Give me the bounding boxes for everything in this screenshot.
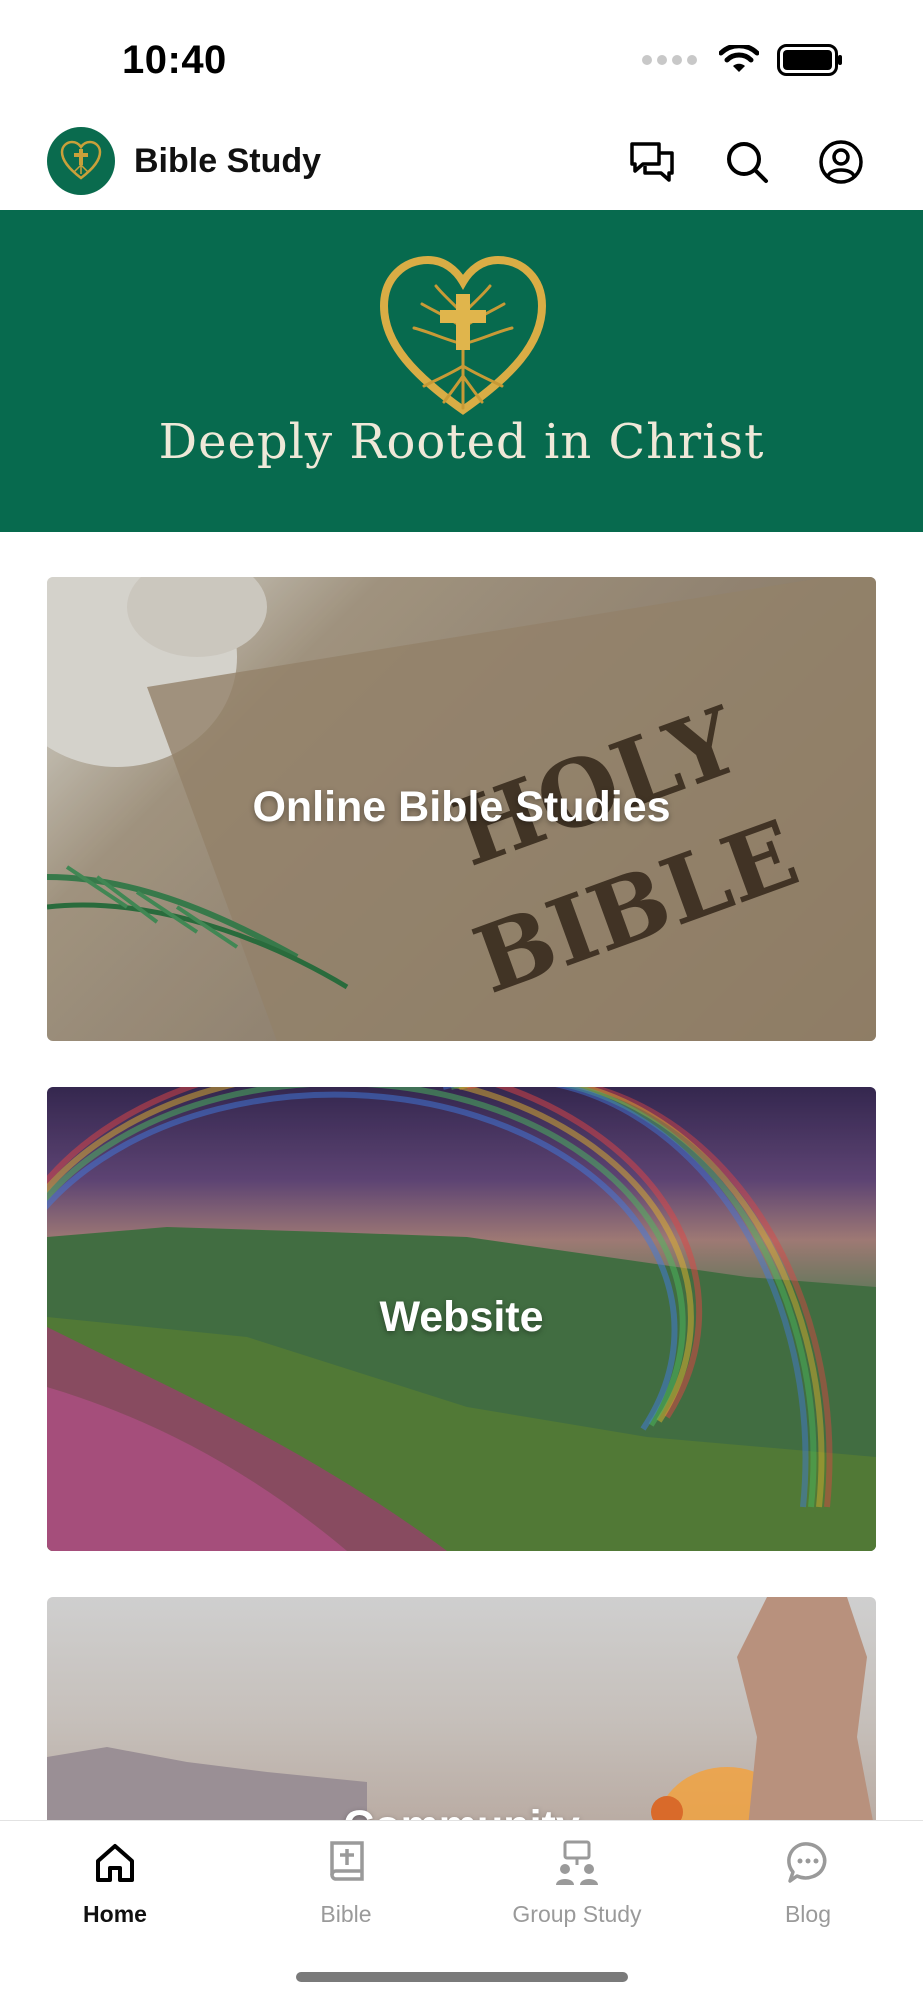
messages-button[interactable] — [628, 138, 676, 186]
status-time: 10:40 — [122, 38, 227, 82]
battery-icon — [777, 44, 842, 76]
hero-banner: Deeply Rooted in Christ — [0, 210, 923, 532]
user-icon — [819, 140, 863, 184]
nav-home[interactable]: Home — [25, 1835, 205, 1928]
nav-label: Group Study — [512, 1901, 642, 1927]
app-logo[interactable] — [47, 127, 115, 195]
app-header: Bible Study — [0, 120, 923, 210]
profile-button[interactable] — [817, 138, 865, 186]
online-bible-studies-card[interactable]: HOLY BIBLE Online Bible Studies — [47, 577, 876, 1041]
bible-icon — [330, 1841, 364, 1881]
nav-blog[interactable]: Blog — [718, 1835, 898, 1928]
nav-label: Blog — [784, 1901, 832, 1927]
card-label: Website — [379, 1293, 544, 1341]
runner-sunset-image — [47, 1597, 876, 1837]
status-bar: 10:40 — [0, 0, 923, 120]
search-button[interactable] — [723, 138, 771, 186]
heart-tree-cross-logo — [379, 255, 547, 415]
card-label: Online Bible Studies — [252, 783, 671, 831]
chat-bubble-icon — [787, 1842, 827, 1883]
nav-label: Home — [83, 1901, 147, 1927]
home-indicator[interactable] — [296, 1972, 628, 1982]
community-card[interactable]: Community — [47, 1597, 876, 1837]
signal-icon — [642, 55, 697, 65]
website-card[interactable]: Website — [47, 1087, 876, 1551]
wifi-icon — [719, 45, 759, 72]
search-icon — [727, 142, 768, 183]
nav-bible[interactable]: Bible — [256, 1835, 436, 1928]
app-title: Bible Study — [134, 142, 322, 180]
nav-group-study[interactable]: Group Study — [487, 1835, 667, 1928]
group-study-icon — [556, 1840, 598, 1885]
heart-cross-icon — [60, 140, 102, 180]
chat-icon — [630, 142, 674, 182]
nav-label: Bible — [320, 1901, 372, 1927]
home-icon — [96, 1844, 134, 1882]
banner-text: Deeply Rooted in Christ — [158, 414, 765, 470]
status-icons — [642, 44, 843, 76]
